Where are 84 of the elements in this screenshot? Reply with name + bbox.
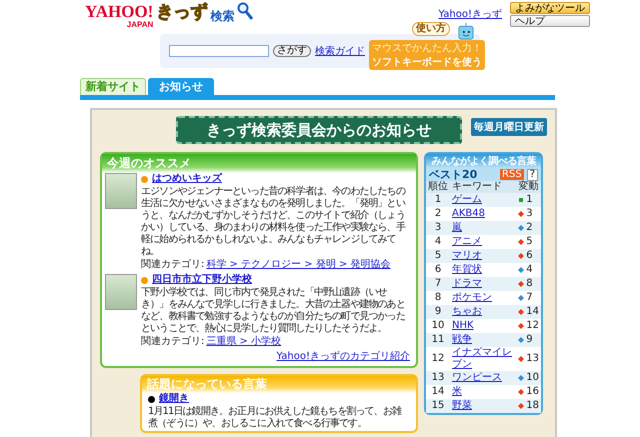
previous-rank: 14 (526, 306, 539, 318)
category-intro-link[interactable]: Yahoo!きっずのカテゴリ紹介 (276, 351, 410, 362)
previous-rank: 9 (526, 334, 533, 346)
japan-logo-text: JAPAN (126, 20, 154, 29)
magnifier-icon (237, 2, 254, 20)
rank-cell: 6 (426, 263, 450, 277)
keyword-link[interactable]: NHK (452, 320, 514, 332)
previous-rank: 5 (526, 236, 533, 248)
search-guide-link[interactable]: 検索ガイド (315, 44, 365, 58)
column-header: 順位 (426, 181, 450, 193)
rank-cell: 11 (426, 333, 450, 347)
kids-home-link[interactable]: Yahoo!きっず (438, 7, 502, 21)
robot-mascot-icon (456, 22, 476, 42)
previous-rank: 18 (526, 400, 539, 412)
previous-rank: 8 (526, 278, 533, 290)
rank-cell: 15 (426, 399, 450, 413)
keyword-link[interactable]: 米 (452, 386, 514, 398)
keyword-link[interactable]: AKB48 (452, 208, 514, 220)
previous-rank: 3 (526, 208, 533, 220)
search-field[interactable] (169, 45, 269, 57)
panel-heading: 今週のオススメ (102, 154, 416, 173)
keyword-link[interactable]: 年賀状 (452, 264, 514, 276)
keyword-link[interactable]: ゲーム (452, 194, 514, 206)
panel-heading: 話題になっている言葉 (142, 376, 416, 393)
previous-rank: 2 (526, 222, 533, 234)
rank-cell: 4 (426, 235, 450, 249)
topic-link[interactable]: 鏡開き (159, 393, 189, 405)
bullet-icon (141, 276, 148, 284)
site-thumbnail (105, 173, 137, 209)
rank-cell: 1 (426, 193, 450, 207)
category-link[interactable]: 三重県 > 小学校 (206, 336, 282, 348)
update-badge: 毎週月曜日更新 (471, 118, 547, 136)
site-description: エジソンやジェンナーといった昔の科学者は、今のわたしたちの生活に欠かせないさまざまなものを発明しました。「発明」というと、なんだかむずかしそうだけど、このサイトで紹介（しょうかい）している、身のまわりの材料を使った工作や実験なら、手軽に始められるかもしれないよ。みんなもチャレンジしてみてね。 (141, 186, 406, 258)
site-link[interactable]: 四日市市立下野小学校 (152, 274, 252, 286)
keyword-link[interactable]: 野菜 (452, 400, 514, 412)
previous-rank: 12 (526, 320, 539, 332)
site-thumbnail (105, 274, 137, 310)
rank-cell: 3 (426, 221, 450, 235)
rank-cell: 10 (426, 319, 450, 333)
rank-cell: 14 (426, 385, 450, 399)
previous-rank: 4 (526, 264, 533, 276)
previous-rank: 6 (526, 250, 533, 262)
help-button[interactable]: ? (526, 168, 538, 180)
keyword-link[interactable]: ちゃお (452, 306, 514, 318)
rank-cell: 13 (426, 371, 450, 385)
notice-title: きっず検索委員会からのお知らせ (176, 116, 462, 144)
keyword-link[interactable]: ワンピース (452, 372, 514, 384)
bullet-icon (141, 176, 148, 182)
help-button[interactable]: ヘルプ (510, 15, 590, 27)
howto-bubble[interactable]: 使い方 (412, 22, 450, 36)
topic-description: 1月11日は鏡開き。お正月にお供えした鏡もちを割って、お雑煮（ぞうに）や、おしるこに入れて食べる行事です。 (148, 406, 402, 430)
rank-cell: 7 (426, 277, 450, 291)
reading-tool-button[interactable]: よみがなツール (510, 2, 590, 14)
previous-rank: 16 (526, 386, 539, 398)
yahoo-logo-text: YAHOO! (85, 2, 154, 22)
column-header: キーワード (450, 181, 516, 193)
keyword-link[interactable]: 嵐 (452, 222, 514, 234)
bullet-icon (148, 396, 155, 402)
previous-rank: 13 (526, 353, 539, 365)
category-link[interactable]: 科学 > テクノロジー > 発明 > 発明協会 (206, 259, 391, 271)
site-description: 下野小学校では、同じ市内で発見された「中野山遺跡（いせき）」をみんなで見学しに行きました。大昔の土器や建物のあとなど、教科書で勉強するようなものが自分たちの町で見つかったということで、熱心に見学したり質問したりしたそうだよ。 (141, 287, 406, 335)
rank-cell: 2 (426, 207, 450, 221)
site-link[interactable]: はつめいキッズ (152, 173, 222, 185)
previous-rank: 1 (526, 194, 533, 206)
search-logo-text: 検索 (210, 8, 234, 25)
keyword-link[interactable]: アニメ (452, 236, 514, 248)
keyword-link[interactable]: マリオ (452, 250, 514, 262)
keyword-link[interactable]: ドラマ (452, 278, 514, 290)
previous-rank: 7 (526, 292, 533, 304)
ranking-subheading: ベスト20 (429, 168, 478, 181)
keyword-link[interactable]: 戦争 (452, 334, 514, 346)
column-header: 変動 (516, 181, 541, 193)
kids-logo-text: きっず (156, 2, 208, 22)
rank-cell: 5 (426, 249, 450, 263)
rank-cell: 8 (426, 291, 450, 305)
search-button[interactable]: さがす (273, 45, 311, 57)
category-label: 関連カテゴリ: (141, 336, 204, 348)
category-label: 関連カテゴリ: (141, 259, 204, 271)
keyword-link[interactable]: ポケモン (452, 292, 514, 304)
previous-rank: 10 (526, 372, 539, 384)
keyword-link[interactable]: イナズマイレブン (452, 347, 514, 371)
rank-cell: 9 (426, 305, 450, 319)
rank-cell: 12 (426, 347, 450, 371)
ranking-heading: みんながよく調べる言葉 (426, 154, 541, 168)
